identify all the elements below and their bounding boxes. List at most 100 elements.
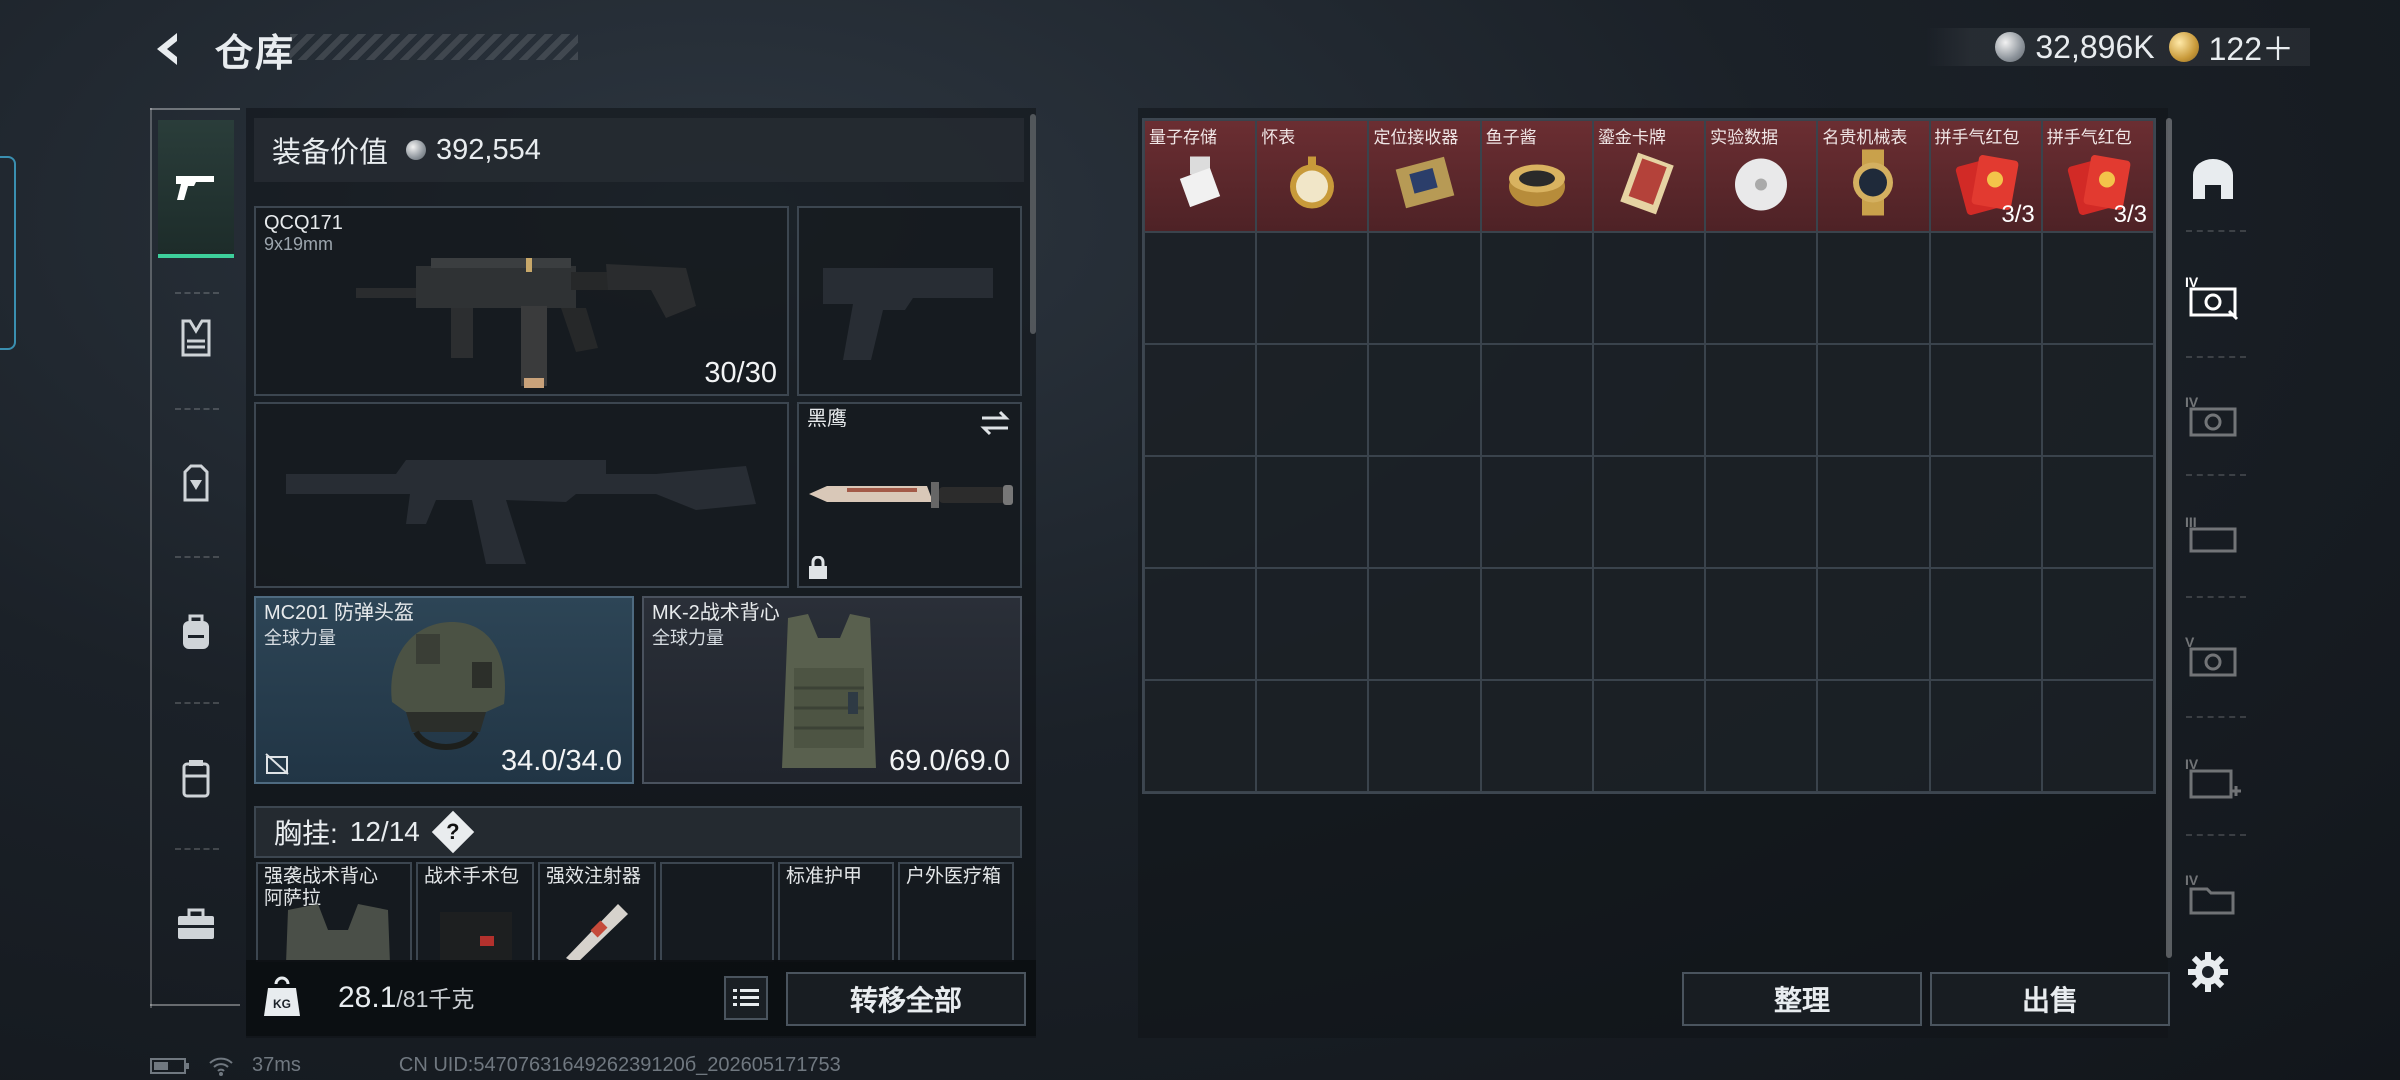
stash-cell-empty[interactable] — [1480, 456, 1593, 568]
stash-item[interactable]: 鱼子酱 — [1480, 120, 1593, 232]
chest-slot[interactable]: 户外医疗箱 — [898, 862, 1014, 962]
stash-item[interactable]: 定位接收器 — [1368, 120, 1481, 232]
chest-slot-empty[interactable] — [660, 862, 774, 962]
stash-cell-empty[interactable] — [1480, 232, 1593, 344]
knife-image — [809, 482, 1013, 508]
stash-cell-empty[interactable] — [1592, 344, 1706, 456]
stash-item[interactable]: 怀表 — [1256, 120, 1369, 232]
stash-cell-empty[interactable] — [1368, 456, 1481, 568]
secondary-weapon-slot[interactable] — [254, 402, 789, 588]
stash-item[interactable]: 拼手气红包 3/3 — [2041, 120, 2154, 232]
stash-cell-empty[interactable] — [1144, 456, 1257, 568]
stash-item[interactable]: 鎏金卡牌 — [1592, 120, 1706, 232]
stash-cell-empty[interactable] — [2041, 456, 2154, 568]
safe-box-tab[interactable] — [2180, 146, 2246, 212]
stash-cell-empty[interactable] — [1817, 568, 1930, 680]
stash-cell-empty[interactable] — [1929, 344, 2042, 456]
chest-slot[interactable]: 强袭战术背心 阿萨拉 — [256, 862, 412, 962]
equipment-scrollbar[interactable] — [1030, 114, 1036, 334]
stash-cell-empty[interactable] — [1592, 680, 1706, 792]
chest-rig-tab[interactable] — [158, 446, 234, 522]
stash-cell-empty[interactable] — [1368, 568, 1481, 680]
stash-cell-empty[interactable] — [2041, 680, 2154, 792]
stash-cell-empty[interactable] — [1817, 232, 1930, 344]
stash-cell-empty[interactable] — [1144, 232, 1257, 344]
stash-cell-empty[interactable] — [1705, 344, 1818, 456]
pistol-slot[interactable] — [797, 206, 1022, 396]
help-button[interactable]: ? — [431, 810, 475, 854]
swap-icon[interactable] — [978, 410, 1012, 436]
vest-durability: 69.0/69.0 — [889, 745, 1010, 777]
stash-item[interactable]: 实验数据 — [1705, 120, 1818, 232]
weapon-tab[interactable] — [158, 120, 234, 258]
stash-cell-empty[interactable] — [1144, 568, 1257, 680]
stash-cell-empty[interactable] — [1705, 456, 1818, 568]
case-iv-folder-icon: IV — [2185, 872, 2235, 915]
toolbox-tab[interactable] — [158, 886, 234, 962]
gold-amount: 122＋ — [2208, 31, 2294, 67]
vest-slot[interactable]: MK-2战术背心 全球力量 69.0/69.0 — [642, 596, 1022, 784]
pistol-placeholder-icon — [823, 268, 993, 360]
stash-item-name: 鎏金卡牌 — [1597, 128, 1666, 147]
stash-cell-empty[interactable] — [1368, 344, 1481, 456]
transfer-all-button[interactable]: 转移全部 — [786, 972, 1026, 1026]
stash-item[interactable]: 量子存储 — [1144, 120, 1257, 232]
stash-cell-empty[interactable] — [2041, 344, 2154, 456]
backpack-tab[interactable] — [158, 594, 234, 670]
stash-cell-empty[interactable] — [1705, 568, 1818, 680]
list-view-button[interactable] — [724, 976, 768, 1020]
sell-button[interactable]: 出售 — [1930, 972, 2170, 1026]
case-tab[interactable]: III — [2180, 504, 2246, 570]
armor-tab[interactable] — [158, 300, 234, 376]
chest-slot[interactable]: 强效注射器 — [538, 862, 656, 962]
currency-bar: 32,896K 122＋ — [1925, 28, 2310, 67]
stash-cell-empty[interactable] — [2041, 232, 2154, 344]
stash-cell-empty[interactable] — [1705, 680, 1818, 792]
stash-item[interactable]: 拼手气红包 3/3 — [1929, 120, 2042, 232]
case-tab-active[interactable]: IV — [2180, 264, 2246, 330]
stash-cell-empty[interactable] — [1592, 568, 1706, 680]
stash-cell-empty[interactable] — [1256, 568, 1369, 680]
stash-cell-empty[interactable] — [1368, 680, 1481, 792]
stash-cell-empty[interactable] — [1817, 344, 1930, 456]
stash-cell-empty[interactable] — [1817, 456, 1930, 568]
case-tab[interactable]: IV — [2180, 746, 2246, 812]
arrange-button[interactable]: 整理 — [1682, 972, 1922, 1026]
stash-cell-empty[interactable] — [1929, 568, 2042, 680]
stash-cell-empty[interactable] — [1368, 232, 1481, 344]
back-button[interactable] — [146, 26, 192, 72]
case-tab[interactable]: IV — [2180, 862, 2246, 928]
primary-weapon-slot[interactable]: QCQ171 9x19mm 30/30 — [254, 206, 789, 396]
stash-cell-empty[interactable] — [1480, 568, 1593, 680]
gold-currency[interactable]: 122＋ — [2168, 24, 2294, 70]
chest-slot[interactable]: 战术手术包 — [416, 862, 534, 962]
stash-cell-empty[interactable] — [1480, 344, 1593, 456]
stash-cell-empty[interactable] — [1256, 456, 1369, 568]
stash-cell-empty[interactable] — [1256, 344, 1369, 456]
helmet-slot[interactable]: MC201 防弹头盔 全球力量 34.0/34.0 — [254, 596, 634, 784]
stash-cell-empty[interactable] — [1256, 680, 1369, 792]
rail-separator — [2186, 596, 2246, 598]
case-tab[interactable]: IV — [2180, 384, 2246, 450]
stash-cell-empty[interactable] — [1256, 232, 1369, 344]
stash-cell-empty[interactable] — [1929, 456, 2042, 568]
stash-item[interactable]: 名贵机械表 — [1817, 120, 1930, 232]
stash-cell-empty[interactable] — [1592, 232, 1706, 344]
chest-slot[interactable]: 标准护甲 — [778, 862, 894, 962]
stash-cell-empty[interactable] — [1480, 680, 1593, 792]
stash-cell-empty[interactable] — [2041, 568, 2154, 680]
stash-scrollbar[interactable] — [2166, 118, 2172, 958]
stash-cell-empty[interactable] — [1144, 344, 1257, 456]
settings-button[interactable] — [2186, 950, 2234, 998]
stash-cell-empty[interactable] — [1592, 456, 1706, 568]
vest-icon — [181, 319, 211, 357]
stash-cell-empty[interactable] — [1817, 680, 1930, 792]
stash-cell-empty[interactable] — [1929, 680, 2042, 792]
case-tab[interactable]: V — [2180, 624, 2246, 690]
silver-currency[interactable]: 32,896K — [1995, 29, 2155, 66]
stash-cell-empty[interactable] — [1929, 232, 2042, 344]
stash-cell-empty[interactable] — [1705, 232, 1818, 344]
pouch-tab[interactable] — [158, 740, 234, 816]
melee-slot[interactable]: 黑鹰 — [797, 402, 1022, 588]
stash-cell-empty[interactable] — [1144, 680, 1257, 792]
